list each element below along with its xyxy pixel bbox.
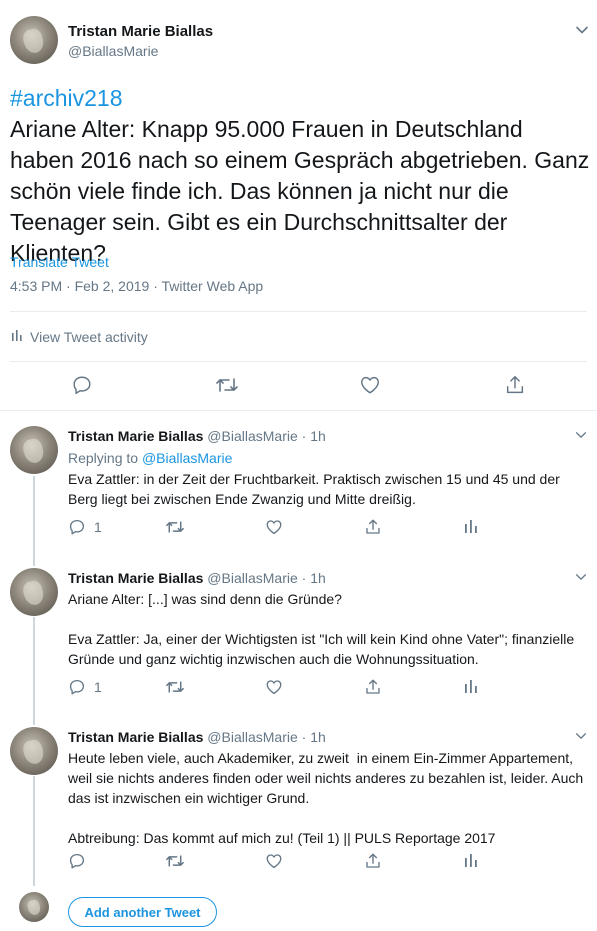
reply-text: Eva Zattler: in der Zeit der Fruchtbarke… [68,471,564,507]
divider [10,361,587,362]
reply-author-handle[interactable]: @BiallasMarie [207,428,297,444]
chevron-down-icon[interactable] [574,428,588,442]
share-icon[interactable] [364,852,382,870]
replying-prefix: Replying to [68,450,139,466]
reply-avatar[interactable] [10,727,58,775]
reply-author-handle[interactable]: @BiallasMarie [207,729,297,745]
replying-to: Replying to @BiallasMarie [68,450,232,466]
hashtag-link[interactable]: #archiv218 [10,83,590,114]
author-avatar[interactable] [10,16,58,64]
reply-author-name[interactable]: Tristan Marie Biallas [68,570,203,586]
replying-to-link[interactable]: @BiallasMarie [142,450,232,466]
reply-button[interactable] [68,852,94,870]
reply-header: Tristan Marie Biallas @BiallasMarie · 1h [68,428,326,444]
reply-action-bar [0,852,597,876]
translate-tweet-link[interactable]: Translate Tweet [10,254,109,270]
reply-time[interactable]: · 1h [302,729,326,745]
reply-icon [68,678,86,696]
reply-count: 1 [94,519,102,535]
reply-header: Tristan Marie Biallas @BiallasMarie · 1h [68,570,326,586]
reply-avatar[interactable] [10,568,58,616]
thread-line [33,617,35,725]
like-icon[interactable] [265,518,283,536]
analytics-icon[interactable] [464,518,478,534]
bar-chart-icon [10,328,24,345]
reply-icon[interactable] [71,374,93,396]
reply-button[interactable]: 1 [68,678,102,696]
reply-action-bar: 1 [0,678,597,702]
share-icon[interactable] [364,518,382,536]
reply-avatar[interactable] [10,426,58,474]
reply-text: Heute leben viele, auch Akademiker, zu z… [68,750,584,846]
share-icon[interactable] [364,678,382,696]
main-action-bar [0,374,597,398]
chevron-down-icon[interactable] [574,570,588,584]
reply-action-bar: 1 [0,518,597,542]
author-handle[interactable]: @BiallasMarie [68,43,158,59]
retweet-icon[interactable] [165,852,185,870]
reply-author-name[interactable]: Tristan Marie Biallas [68,428,203,444]
retweet-icon[interactable] [215,374,239,396]
divider [10,311,587,312]
tweet-meta: 4:53 PM · Feb 2, 2019 · Twitter Web App [10,278,264,294]
like-icon[interactable] [265,678,283,696]
reply-author-name[interactable]: Tristan Marie Biallas [68,729,203,745]
add-another-tweet-button[interactable]: Add another Tweet [68,897,217,927]
tweet-body: #archiv218 Ariane Alter: Knapp 95.000 Fr… [10,83,590,269]
reply-header: Tristan Marie Biallas @BiallasMarie · 1h [68,729,326,745]
compose-avatar [19,892,49,922]
reply-time[interactable]: · 1h [302,428,326,444]
tweet-text: Ariane Alter: Knapp 95.000 Frauen in Deu… [10,116,590,266]
divider [0,410,597,411]
reply-count: 1 [94,679,102,695]
view-tweet-activity-link[interactable]: View Tweet activity [10,328,148,345]
analytics-icon[interactable] [464,852,478,868]
author-name[interactable]: Tristan Marie Biallas [68,23,213,40]
like-icon[interactable] [359,374,381,396]
retweet-icon[interactable] [165,518,185,536]
chevron-down-icon[interactable] [574,729,588,743]
chevron-down-icon[interactable] [574,22,590,38]
share-icon[interactable] [504,374,526,396]
reply-icon [68,852,86,870]
reply-text: Ariane Alter: [...] was sind denn die Gr… [68,591,575,667]
retweet-icon[interactable] [165,678,185,696]
reply-button[interactable]: 1 [68,518,102,536]
activity-label: View Tweet activity [30,328,148,345]
analytics-icon[interactable] [464,678,478,694]
reply-author-handle[interactable]: @BiallasMarie [207,570,297,586]
like-icon[interactable] [265,852,283,870]
reply-icon [68,518,86,536]
reply-time[interactable]: · 1h [302,570,326,586]
